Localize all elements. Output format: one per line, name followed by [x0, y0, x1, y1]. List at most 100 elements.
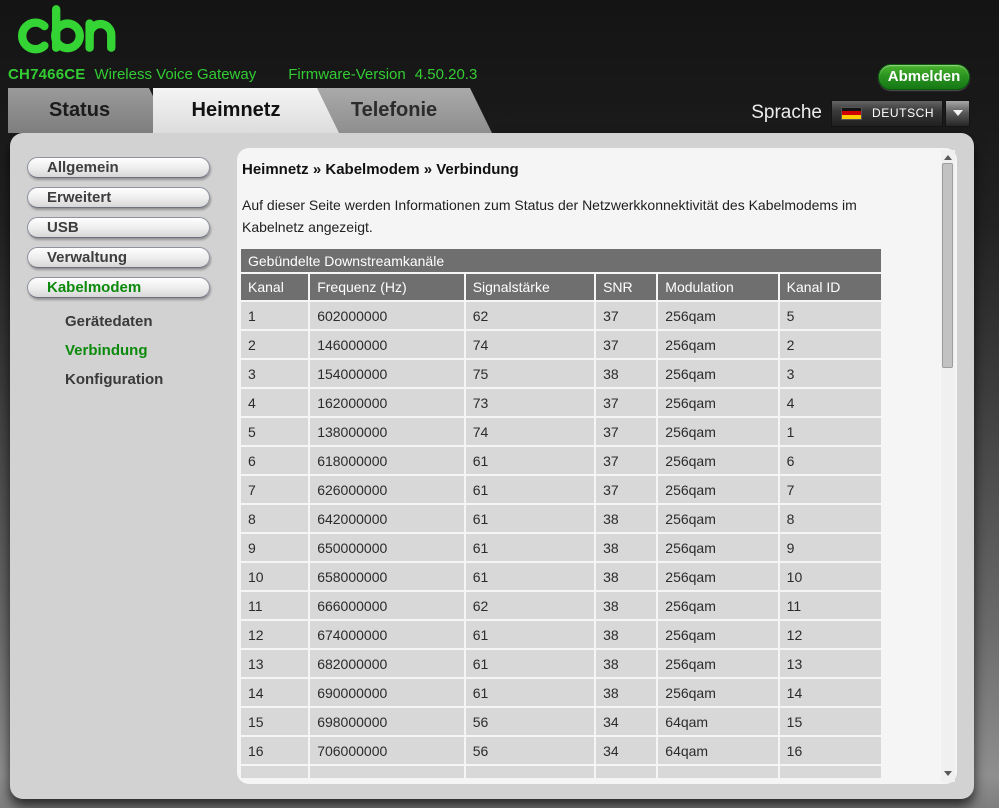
table-cell: 37: [596, 389, 657, 416]
table-cell: 698000000: [310, 708, 464, 735]
table-cell: 38: [596, 592, 657, 619]
table-cell: 13: [779, 650, 881, 677]
top-header: CH7466CE Wireless Voice Gateway Firmware-V…: [0, 0, 999, 90]
table-row: 10 658000000 61 38 256qam 10: [241, 563, 881, 590]
firmware-version: 4.50.20.3: [414, 66, 478, 83]
scroll-down-icon: [944, 770, 952, 776]
language-select[interactable]: DEUTSCH: [831, 99, 943, 127]
language-selected-value: DEUTSCH: [872, 106, 935, 120]
content-container: Allgemein Erweitert USB Verwaltung Kabel…: [10, 133, 974, 799]
table-cell: 61: [465, 650, 595, 677]
table-cell: 38: [596, 650, 657, 677]
table-row: 2 146000000 74 37 256qam 2: [241, 331, 881, 358]
table-cell: 74: [465, 418, 595, 445]
table-cell: 61: [465, 534, 595, 561]
table-cell: 61: [465, 476, 595, 503]
table-cell: 73: [465, 389, 595, 416]
table-cell: 162000000: [310, 389, 464, 416]
table-cell: 658000000: [310, 563, 464, 590]
table-cell: 34: [596, 708, 657, 735]
table-cell: 256qam: [658, 505, 778, 532]
firmware-label: Firmware-Version: [288, 66, 406, 83]
sidebar-subitem-konfiguration[interactable]: Konfiguration: [27, 365, 227, 394]
scroll-down-button[interactable]: [941, 767, 955, 779]
table-cell: 256qam: [658, 563, 778, 590]
table-cell: 256qam: [658, 389, 778, 416]
table-cell: 64qam: [658, 737, 778, 764]
table-cell: 6: [779, 447, 881, 474]
table-cell: [658, 766, 778, 778]
table-cell: 4: [241, 389, 309, 416]
table-row: 7 626000000 61 37 256qam 7: [241, 476, 881, 503]
table-cell: 3: [241, 360, 309, 387]
table-cell: 9: [779, 534, 881, 561]
table-cell: 602000000: [310, 302, 464, 329]
scrollbar-thumb[interactable]: [942, 163, 953, 368]
table-cell: 1: [241, 302, 309, 329]
table-cell: 38: [596, 534, 657, 561]
table-cell: 38: [596, 563, 657, 590]
sidebar-item-usb[interactable]: USB: [27, 217, 210, 238]
sidebar: Allgemein Erweitert USB Verwaltung Kabel…: [27, 157, 227, 394]
table-cell: 256qam: [658, 534, 778, 561]
table-cell: 8: [779, 505, 881, 532]
table-row: 3 154000000 75 38 256qam 3: [241, 360, 881, 387]
table-cell: 626000000: [310, 476, 464, 503]
table-cell: 38: [596, 505, 657, 532]
table-cell: 256qam: [658, 621, 778, 648]
table-cell: 38: [596, 360, 657, 387]
table-cell: 666000000: [310, 592, 464, 619]
table-cell: 61: [465, 563, 595, 590]
scroll-up-icon: [944, 154, 952, 160]
table-cell: 154000000: [310, 360, 464, 387]
table-cell: 62: [465, 302, 595, 329]
tab-heimnetz[interactable]: Heimnetz: [153, 88, 339, 133]
language-group: Sprache DEUTSCH: [751, 99, 970, 127]
table-cell: 10: [779, 563, 881, 590]
table-column-header: SNR: [596, 274, 657, 300]
table-cell: 690000000: [310, 679, 464, 706]
table-cell: 37: [596, 331, 657, 358]
tab-status[interactable]: Status: [8, 88, 171, 133]
table-cell: 74: [465, 331, 595, 358]
table-row: 15 698000000 56 34 64qam 15: [241, 708, 881, 735]
language-dropdown-button[interactable]: [945, 99, 970, 127]
table-cell: 4: [779, 389, 881, 416]
table-row: 5 138000000 74 37 256qam 1: [241, 418, 881, 445]
sidebar-item-verwaltung[interactable]: Verwaltung: [27, 247, 210, 268]
table-cell: 37: [596, 302, 657, 329]
table-column-header: Kanal ID: [779, 274, 881, 300]
sidebar-subitem-verbindung[interactable]: Verbindung: [27, 336, 227, 365]
sidebar-item-erweitert[interactable]: Erweitert: [27, 187, 210, 208]
table-cell: 37: [596, 476, 657, 503]
table-cell: [779, 766, 881, 778]
logout-button[interactable]: Abmelden: [878, 64, 970, 90]
table-cell: 674000000: [310, 621, 464, 648]
sidebar-item-allgemein[interactable]: Allgemein: [27, 157, 210, 178]
tab-telefonie[interactable]: Telefonie: [316, 88, 492, 133]
breadcrumb: Heimnetz » Kabelmodem » Verbindung: [242, 161, 519, 178]
table-cell: 16: [241, 737, 309, 764]
table-header-row: Kanal Frequenz (Hz) Signalstärke SNR Modulat…: [241, 274, 881, 300]
table-cell: 64qam: [658, 708, 778, 735]
chevron-down-icon: [952, 110, 963, 116]
table-cell: 7: [779, 476, 881, 503]
table-cell: 8: [241, 505, 309, 532]
sidebar-item-kabelmodem[interactable]: Kabelmodem: [27, 277, 210, 298]
language-label: Sprache: [751, 102, 822, 123]
table-cell: 38: [596, 679, 657, 706]
table-row: 13 682000000 61 38 256qam 13: [241, 650, 881, 677]
sidebar-subitem-geraetedaten[interactable]: Gerätedaten: [27, 307, 227, 336]
table-cell: 256qam: [658, 592, 778, 619]
device-model: CH7466CE: [8, 66, 86, 83]
table-cell: 62: [465, 592, 595, 619]
scroll-up-button[interactable]: [941, 151, 955, 163]
page: { "header": { "logo_text": "cbn", "model…: [0, 0, 999, 808]
vertical-scrollbar[interactable]: [941, 150, 955, 782]
table-cell: 1: [779, 418, 881, 445]
table-cell: 61: [465, 679, 595, 706]
downstream-channels-table: Gebündelte Downstreamkanäle Kanal Frequen…: [239, 247, 883, 778]
table-cell: 5: [779, 302, 881, 329]
device-info-line: CH7466CE Wireless Voice Gateway Firmware-V…: [8, 66, 708, 83]
table-cell: 37: [596, 447, 657, 474]
